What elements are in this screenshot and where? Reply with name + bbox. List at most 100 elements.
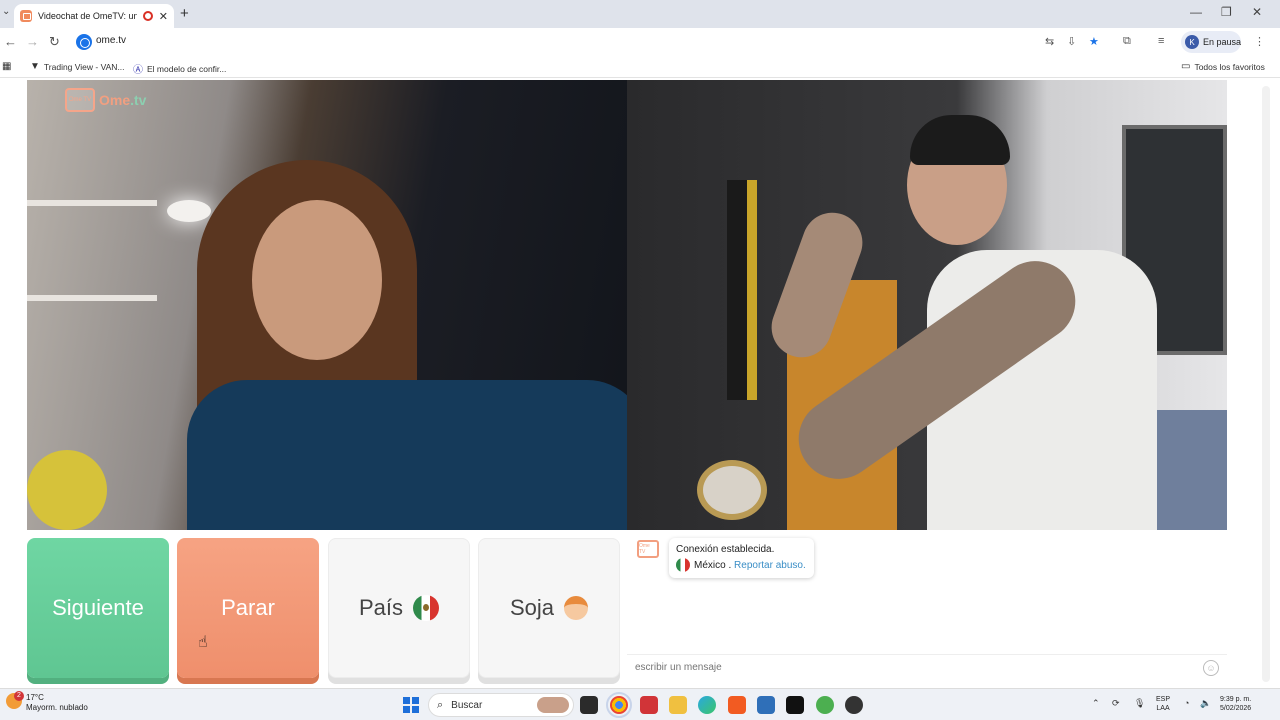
- tab-search-chevron-icon[interactable]: ⌄: [2, 6, 10, 17]
- language-indicator[interactable]: ESP LAA: [1156, 695, 1170, 713]
- page-scrollbar[interactable]: [1228, 80, 1280, 688]
- ometv-page: Ome TV Ome.tv Siguiente Parar País Soja …: [0, 80, 1280, 688]
- app-triangle-icon[interactable]: [816, 696, 834, 714]
- tradingview-icon: ▼: [30, 61, 40, 72]
- search-highlight-image: [537, 697, 569, 713]
- bookmark-star-icon[interactable]: ★: [1089, 35, 1099, 48]
- mexico-flag-icon: [413, 595, 440, 621]
- report-abuse-link[interactable]: Reportar abuso.: [734, 560, 806, 571]
- menu-kebab-icon[interactable]: ⋮: [1254, 35, 1265, 48]
- browser-tab-strip: ⌄ Videochat de OmeTV: una ... ✕ + — ❐ ✕: [0, 0, 1280, 28]
- tradingview-app-icon[interactable]: [786, 696, 804, 714]
- window-close-button[interactable]: ✕: [1252, 5, 1262, 19]
- maximize-button[interactable]: ❐: [1221, 5, 1232, 19]
- ometv-favicon-icon: [20, 10, 32, 22]
- gender-filter-button[interactable]: Soja: [478, 538, 620, 678]
- profile-button[interactable]: K En pausa: [1181, 31, 1241, 53]
- gender-button-label: Soja: [509, 595, 555, 620]
- profile-status-label: En pausa: [1202, 37, 1242, 47]
- bookmarks-bar: ▦ ▼ Trading View - VAN... Ⓐ El modelo de…: [0, 56, 1280, 78]
- ceiling-lamp: [167, 200, 211, 222]
- next-button-label: Siguiente: [52, 595, 144, 620]
- taskbar-search[interactable]: ⌕ Buscar: [428, 693, 574, 717]
- bookmark-item-tradingview[interactable]: ▼ Trading View - VAN...: [30, 61, 125, 72]
- clock-time: 9:39 p. m.: [1220, 696, 1252, 703]
- wifi-icon[interactable]: ◔: [1184, 698, 1189, 708]
- partner-country: México: [694, 560, 726, 571]
- chrome-icon[interactable]: [606, 692, 632, 718]
- hand-cursor-icon: ☝: [198, 634, 208, 651]
- divider: [0, 77, 1280, 78]
- tab-title: Videochat de OmeTV: una ...: [38, 11, 137, 21]
- apps-grid-icon[interactable]: ▦: [2, 61, 15, 72]
- folder-icon: ▭: [1181, 61, 1191, 72]
- person-sweater: [187, 380, 627, 530]
- forward-arrow-icon[interactable]: →: [26, 34, 39, 49]
- task-view-icon[interactable]: [580, 696, 598, 714]
- temperature: 17°C: [26, 693, 44, 702]
- clock-date: 5/02/2026: [1220, 705, 1252, 712]
- brave-icon[interactable]: [728, 696, 746, 714]
- browser-toolbar: ← → ↻ ome.tv ⇆ ⇩ ★ ⧉ ≡ K En pausa ⋮: [0, 28, 1280, 56]
- weather-widget[interactable]: 2 17°C Mayorm. nublado: [6, 691, 88, 713]
- microphone-icon[interactable]: 🎙: [1134, 698, 1145, 709]
- bookmark-label: Trading View - VAN...: [43, 61, 125, 72]
- next-button[interactable]: Siguiente: [27, 538, 169, 678]
- url-text[interactable]: ome.tv: [96, 35, 126, 46]
- country-filter-button[interactable]: País: [328, 538, 470, 678]
- windows-start-icon[interactable]: [403, 697, 419, 713]
- stop-button-label: Parar: [221, 595, 275, 620]
- sync-icon[interactable]: ⟳: [1112, 698, 1120, 709]
- person-hair: [910, 115, 1010, 165]
- extensions-icon[interactable]: ⧉: [1123, 35, 1131, 48]
- message-input[interactable]: [627, 655, 1187, 679]
- browser-tab-ometv[interactable]: Videochat de OmeTV: una ... ✕: [14, 4, 174, 28]
- notification-badge: 2: [14, 691, 24, 701]
- minimize-button[interactable]: —: [1190, 5, 1202, 19]
- mexico-flag-icon: [676, 558, 690, 573]
- connection-status: Conexión establecida.: [676, 544, 775, 555]
- yellow-object: [27, 450, 107, 530]
- a-logo-icon: Ⓐ: [133, 65, 143, 76]
- boy-emoji-icon: [564, 596, 589, 620]
- reload-icon[interactable]: ↻: [49, 34, 60, 50]
- system-clock[interactable]: 9:39 p. m. 5/02/2026: [1220, 695, 1251, 713]
- ometv-logo-text: Ome.tv: [99, 92, 147, 108]
- message-composer: ☺: [627, 654, 1227, 680]
- wrist-watch: [697, 460, 767, 520]
- video-app-icon[interactable]: [640, 696, 658, 714]
- tray-overflow-icon[interactable]: ⌃: [1092, 698, 1100, 709]
- wall-shelf: [27, 200, 157, 206]
- avatar: K: [1185, 35, 1199, 49]
- all-favorites-label: Todos los favoritos: [1194, 61, 1265, 72]
- volume-icon[interactable]: 🔈: [1200, 698, 1211, 709]
- remote-video: [627, 80, 1227, 530]
- recorder-icon[interactable]: [845, 696, 863, 714]
- local-video: Ome TV Ome.tv: [27, 80, 627, 530]
- emoji-smiley-icon[interactable]: ☺: [1203, 660, 1219, 676]
- ometv-chat-logo-icon: Ome TV: [637, 540, 659, 558]
- scrollbar-thumb[interactable]: [1262, 86, 1270, 682]
- chat-panel: Ome TV Conexión establecida. México . Re…: [627, 530, 1227, 688]
- back-arrow-icon[interactable]: ←: [4, 34, 17, 49]
- system-message: Conexión establecida. México . Reportar …: [669, 538, 814, 578]
- all-favorites-folder[interactable]: ▭ Todos los favoritos: [1181, 61, 1265, 72]
- ometv-logo[interactable]: Ome TV Ome.tv: [65, 88, 146, 112]
- tab-close-icon[interactable]: ✕: [159, 10, 168, 23]
- weather-description: Mayorm. nublado: [26, 703, 88, 712]
- translate-icon[interactable]: ⇆: [1045, 35, 1054, 48]
- site-info-icon[interactable]: [76, 34, 92, 50]
- ometv-tv-icon: Ome TV: [65, 88, 95, 112]
- stop-button[interactable]: Parar: [177, 538, 319, 678]
- new-tab-button[interactable]: +: [180, 5, 189, 22]
- media-controls-icon[interactable]: ≡: [1158, 35, 1164, 47]
- windows-taskbar: 2 17°C Mayorm. nublado ⌕ Buscar ⌃ ⟳ 🎙 ES…: [0, 688, 1280, 720]
- country-button-label: País: [358, 595, 404, 620]
- install-app-icon[interactable]: ⇩: [1067, 35, 1076, 48]
- calculator-icon[interactable]: [757, 696, 775, 714]
- bookmark-item-modelo[interactable]: Ⓐ El modelo de confir...: [133, 61, 226, 77]
- edge-icon[interactable]: [698, 696, 716, 714]
- person-face: [252, 200, 382, 360]
- file-explorer-icon[interactable]: [669, 696, 687, 714]
- address-bar[interactable]: ome.tv: [72, 31, 1172, 53]
